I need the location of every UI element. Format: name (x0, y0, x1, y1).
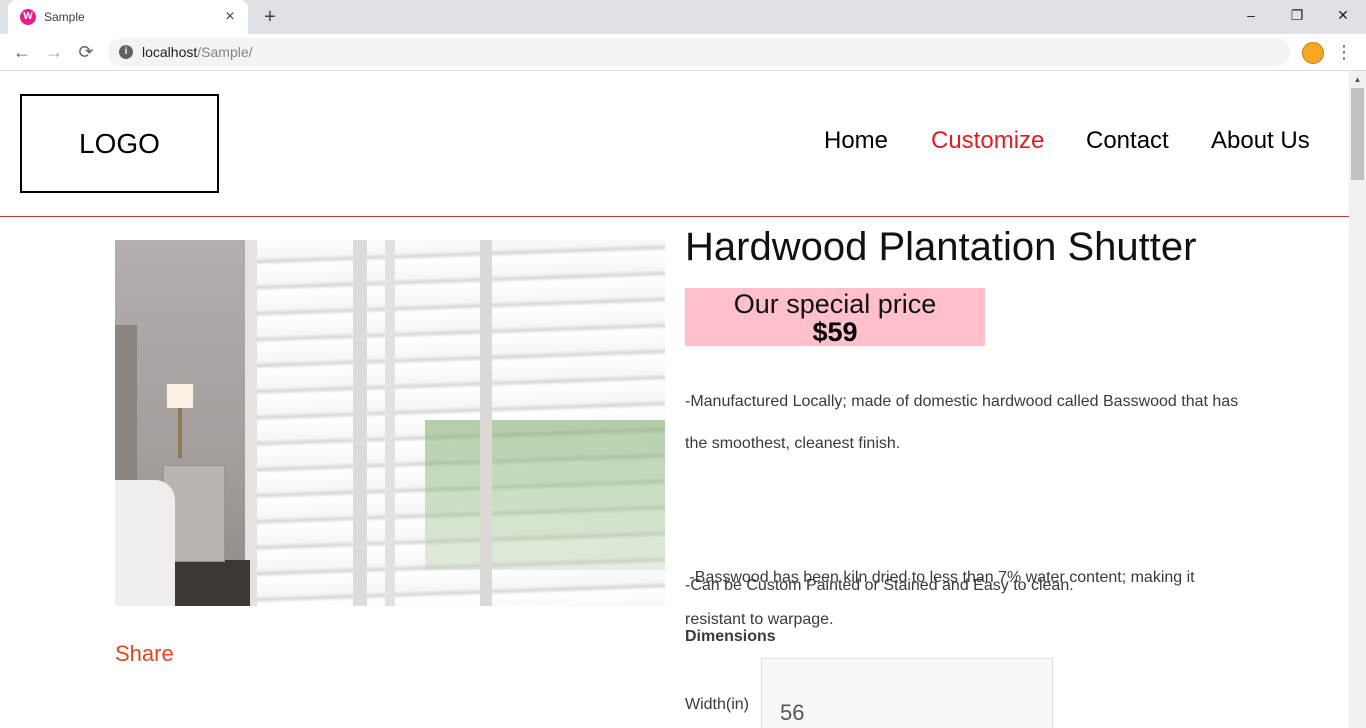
dimensions-heading: Dimensions (685, 628, 776, 645)
nav-about-us[interactable]: About Us (1211, 127, 1310, 155)
product-title: Hardwood Plantation Shutter (685, 225, 1197, 269)
scroll-thumb[interactable] (1351, 88, 1364, 180)
restore-icon[interactable]: ❐ (1274, 0, 1320, 30)
share-link[interactable]: Share (115, 641, 174, 667)
description-text: -Can be Custom Painted or Stained and Ea… (685, 577, 1074, 594)
url-host: localhost (142, 44, 198, 60)
browser-tab-bar: W Sample × + – ❐ ✕ (0, 0, 1366, 34)
url-path: /Sample/ (197, 44, 253, 60)
profile-avatar-icon[interactable] (1302, 42, 1324, 64)
back-icon[interactable]: ← (8, 39, 36, 65)
minimize-icon[interactable]: – (1228, 0, 1274, 30)
close-tab-icon[interactable]: × (220, 7, 240, 27)
width-input[interactable] (761, 658, 1053, 728)
url-text[interactable]: localhost/Sample/ (142, 44, 253, 60)
image-shutter-frame (245, 240, 257, 606)
info-icon[interactable]: i (119, 45, 133, 59)
description-paragraph: -Can be Custom Painted or Stained and Ea… (685, 565, 1245, 607)
width-label: Width(in) (685, 696, 750, 713)
scroll-up-icon[interactable]: ▲ (1349, 71, 1366, 88)
image-shutter-frame (353, 240, 367, 606)
page-scrollbar[interactable]: ▲ (1349, 71, 1366, 728)
image-garden-view (425, 420, 665, 570)
image-shutter-frame (385, 240, 395, 606)
image-bed (115, 480, 175, 606)
price-label: Our special price (733, 289, 937, 319)
reload-icon[interactable]: ⟳ (72, 39, 100, 65)
forward-icon[interactable]: → (40, 39, 68, 65)
nav-customize[interactable]: Customize (931, 127, 1044, 155)
new-tab-icon[interactable]: + (258, 6, 282, 28)
browser-toolbar: ← → ⟳ i localhost/Sample/ ⋮ (0, 34, 1366, 71)
nav-contact[interactable]: Contact (1086, 127, 1169, 155)
site-favicon-icon: W (20, 9, 36, 25)
tab-title: Sample (44, 10, 85, 24)
product-image (115, 240, 665, 606)
price-box: Our special price $59 (685, 288, 985, 346)
image-lamp-base (178, 408, 182, 458)
image-lamp-shade (167, 384, 193, 408)
address-bar[interactable]: i localhost/Sample/ (108, 38, 1290, 66)
description-paragraph: -Manufactured Locally; made of domestic … (685, 381, 1245, 465)
browser-tab[interactable]: W Sample × (8, 0, 248, 34)
main-nav: Home Customize Contact About Us (0, 127, 1349, 161)
description-text: -Manufactured Locally; made of domestic … (685, 393, 1239, 452)
price-value: $59 (812, 317, 858, 347)
nav-home[interactable]: Home (824, 127, 888, 155)
window-close-icon[interactable]: ✕ (1320, 0, 1366, 30)
page-viewport: LOGO Home Customize Contact About Us Sha… (0, 71, 1349, 728)
header-divider (0, 216, 1349, 217)
image-shutter-frame (480, 240, 492, 606)
browser-menu-icon[interactable]: ⋮ (1334, 40, 1354, 64)
